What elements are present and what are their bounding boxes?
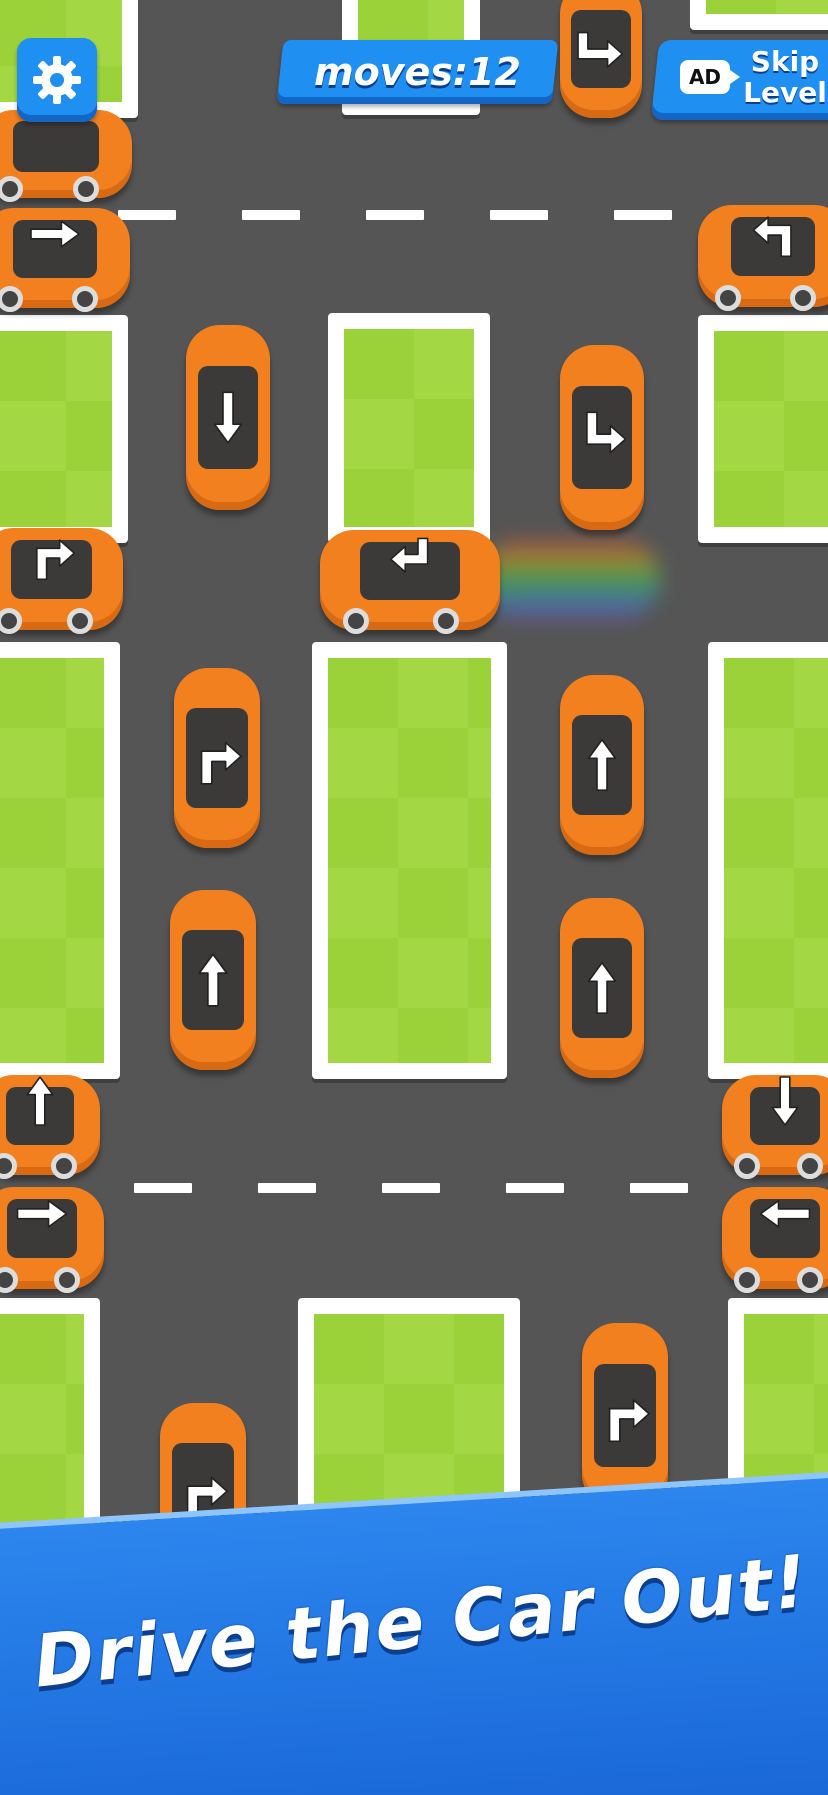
car-left-row1[interactable] <box>0 110 132 202</box>
grass-block <box>0 642 120 1079</box>
car-wheel <box>0 608 22 634</box>
car-wheel <box>67 608 94 634</box>
direction-arrow-icon <box>35 539 76 580</box>
direction-arrow-icon <box>771 1076 799 1126</box>
car-lane1-mid[interactable] <box>174 668 260 848</box>
car-wheel <box>797 1267 824 1293</box>
car-wheel <box>734 1267 761 1293</box>
car-left-row2[interactable] <box>0 208 130 312</box>
skip-label-line1: Skip <box>750 45 820 78</box>
car-wheel <box>72 286 98 312</box>
car-left-bottom1[interactable] <box>0 1075 100 1179</box>
car-left-mid[interactable] <box>0 528 123 634</box>
lane-marking <box>134 1183 192 1193</box>
car-wheel <box>343 608 369 634</box>
grass-block <box>328 313 490 543</box>
car-lane2-mid[interactable] <box>560 675 644 855</box>
car-lane1-low[interactable] <box>170 890 256 1070</box>
direction-arrow-icon <box>759 1199 811 1228</box>
car-lane2-low[interactable] <box>560 898 644 1078</box>
direction-arrow-icon <box>577 31 624 68</box>
direction-arrow-icon <box>16 1199 68 1228</box>
car-moving-center[interactable] <box>320 530 500 634</box>
car-wheel <box>433 608 459 634</box>
ad-badge: AD <box>680 60 740 94</box>
direction-arrow-icon <box>752 216 792 257</box>
direction-arrow-icon <box>608 1399 650 1443</box>
moves-counter: moves:12 <box>314 50 521 94</box>
grass-block <box>698 315 828 543</box>
gear-icon <box>33 56 81 104</box>
direction-arrow-icon <box>200 741 242 785</box>
car-wheel <box>0 1267 18 1293</box>
direction-arrow-icon <box>198 953 228 1007</box>
car-lane2-bottom[interactable] <box>582 1323 668 1508</box>
grass-block <box>312 642 507 1079</box>
lane-marking <box>382 1183 440 1193</box>
direction-arrow-icon <box>587 961 617 1015</box>
car-right-bottom1[interactable] <box>722 1075 828 1179</box>
game-board: moves:12 AD Skip Level Drive the Car Out… <box>0 0 828 1795</box>
car-lane1-top[interactable] <box>186 325 270 510</box>
car-wheel <box>0 286 23 312</box>
direction-arrow-icon <box>390 537 429 573</box>
car-lane2-top[interactable] <box>560 345 644 530</box>
car-left-bottom2[interactable] <box>0 1187 104 1293</box>
direction-arrow-icon <box>586 411 627 454</box>
grass-block <box>0 315 128 543</box>
car-top-center[interactable] <box>560 0 642 118</box>
lane-marking <box>242 210 300 220</box>
direction-arrow-icon <box>30 220 80 248</box>
direction-arrow-icon <box>26 1076 54 1126</box>
lane-marking <box>490 210 548 220</box>
lane-marking <box>614 210 672 220</box>
settings-button[interactable] <box>17 38 97 122</box>
skip-level-label: Skip Level <box>740 46 828 116</box>
car-wheel <box>715 285 741 311</box>
car-wheel <box>790 285 816 311</box>
lane-marking <box>506 1183 564 1193</box>
lane-marking <box>258 1183 316 1193</box>
speed-trail <box>480 540 660 620</box>
car-wheel <box>53 1267 80 1293</box>
car-roof <box>13 120 99 172</box>
lane-marking <box>366 210 424 220</box>
grass-block <box>690 0 828 30</box>
skip-label-line2: Level <box>743 76 827 109</box>
grass-block <box>708 642 828 1079</box>
car-right-bottom2[interactable] <box>722 1187 828 1293</box>
direction-arrow-icon <box>587 738 617 792</box>
direction-arrow-icon <box>213 391 243 444</box>
car-right-row2[interactable] <box>698 205 828 311</box>
lane-marking <box>630 1183 688 1193</box>
